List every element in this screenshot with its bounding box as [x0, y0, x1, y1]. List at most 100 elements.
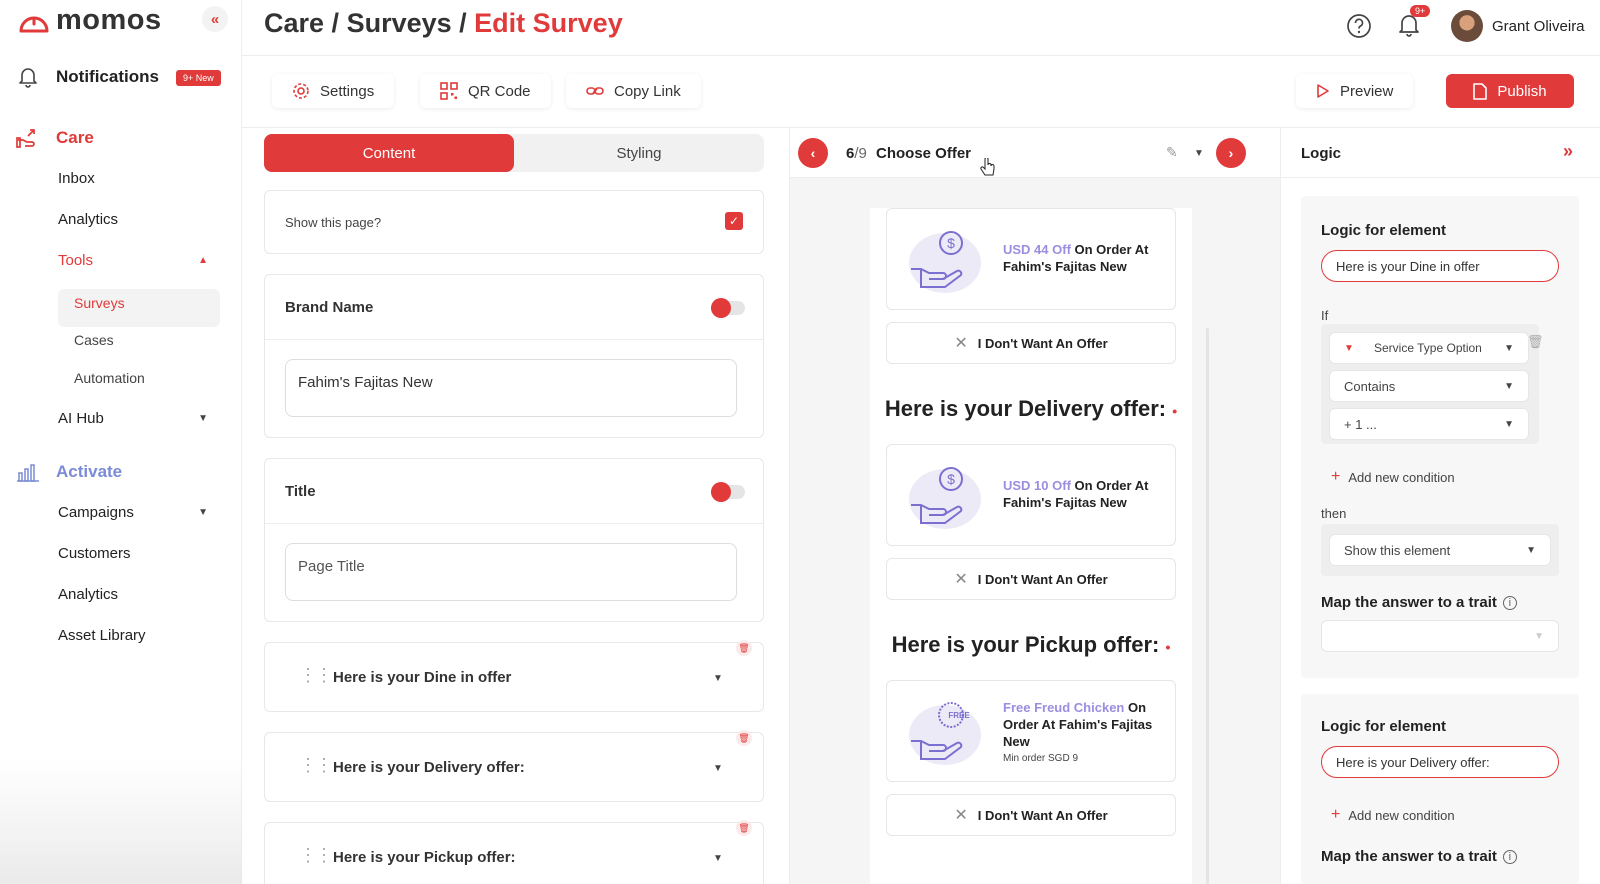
sidebar-item-cases[interactable]: Cases — [74, 332, 114, 348]
section-title-text: Here is your Delivery offer: — [884, 396, 1167, 421]
add-condition-label: Add new condition — [1348, 807, 1455, 823]
no-offer-button[interactable]: ✕ I Don't Want An Offer — [886, 322, 1176, 364]
offer-card[interactable]: FREE Free Freud Chicken On Order At Fahi… — [886, 680, 1176, 782]
close-icon: ✕ — [954, 807, 968, 824]
notification-count-badge: 9+ — [1410, 5, 1431, 17]
chevron-down-icon[interactable]: ▼ — [1194, 148, 1204, 159]
settings-label: Settings — [320, 82, 375, 100]
preview-scrollbar[interactable] — [1206, 328, 1209, 884]
chevron-down-icon: ▼ — [1526, 544, 1536, 556]
publish-button[interactable]: Publish — [1446, 74, 1574, 108]
publish-label: Publish — [1497, 82, 1547, 100]
tab-styling[interactable]: Styling — [514, 134, 764, 172]
offer-min-order: Min order SGD 9 — [1003, 753, 1079, 764]
sidebar-section-label: Activate — [56, 462, 123, 481]
sidebar-item-ai-hub[interactable]: AI Hub ▼ — [58, 410, 208, 427]
add-condition-label: Add new condition — [1348, 469, 1455, 485]
settings-button[interactable]: Settings — [272, 74, 395, 108]
collapse-panel-icon[interactable]: » — [1563, 141, 1573, 162]
drag-handle-icon[interactable]: ⋮⋮ — [299, 845, 333, 866]
add-condition-button[interactable]: + Add new condition — [1331, 468, 1455, 486]
prev-page-button[interactable]: ‹ — [798, 138, 828, 168]
avatar[interactable] — [1451, 10, 1483, 42]
no-offer-label: I Don't Want An Offer — [977, 335, 1108, 351]
breadcrumb-surveys[interactable]: Surveys — [347, 8, 452, 38]
add-condition-button[interactable]: + Add new condition — [1331, 806, 1455, 824]
action-select[interactable]: Show this element ▼ — [1329, 534, 1551, 566]
sidebar-item-campaigns[interactable]: Campaigns ▼ — [58, 504, 208, 521]
next-page-button[interactable]: › — [1216, 138, 1246, 168]
delete-icon[interactable]: 🗑 — [736, 820, 752, 836]
chevron-down-icon: ▼ — [713, 763, 723, 774]
care-hand-heart-icon — [16, 129, 35, 148]
sidebar-item-inbox[interactable]: Inbox — [58, 170, 95, 187]
accordion-dine-in[interactable]: ⋮⋮ Here is your Dine in offer ▼ — [264, 642, 764, 712]
condition-value: + 1 ... — [1344, 416, 1377, 432]
info-icon[interactable]: i — [1502, 849, 1517, 864]
condition-field-value: Service Type Option — [1374, 340, 1482, 355]
offer-card[interactable]: $ USD 44 Off On Order At Fahim's Fajitas… — [886, 208, 1176, 310]
title-input[interactable]: Page Title — [285, 543, 737, 601]
show-page-checkbox[interactable]: ✓ — [725, 212, 743, 230]
condition-value-select[interactable]: + 1 ... ▼ — [1329, 408, 1529, 440]
sidebar-item-notifications[interactable]: Notifications — [18, 66, 159, 88]
check-icon: ✓ — [728, 214, 740, 228]
delete-icon[interactable]: 🗑 — [736, 730, 752, 746]
offer-card[interactable]: $ USD 10 Off On Order At Fahim's Fajitas… — [886, 444, 1176, 546]
sidebar-item-automation[interactable]: Automation — [74, 370, 145, 386]
logic-element-field[interactable]: Here is your Dine in offer — [1321, 250, 1559, 282]
svg-text:$: $ — [947, 471, 955, 487]
accordion-delivery[interactable]: ⋮⋮ Here is your Delivery offer: ▼ — [264, 732, 764, 802]
preview-panel: ‹ 6/9 Choose Offer ✎ ▼ › $ USD 44 Off On… — [790, 128, 1280, 884]
section-title-text: Here is your Pickup offer: — [891, 632, 1160, 657]
accordion-title: Here is your Pickup offer: — [333, 849, 516, 866]
tab-content[interactable]: Content — [264, 134, 514, 172]
brand-name-toggle[interactable] — [711, 298, 745, 318]
page-name[interactable]: Choose Offer — [876, 145, 971, 162]
condition-field-select[interactable]: ▼ Service Type Option ▼ — [1329, 332, 1529, 364]
title-card: Title Page Title — [264, 458, 764, 622]
sidebar-item-analytics[interactable]: Analytics — [58, 211, 118, 228]
sidebar-item-analytics-activate[interactable]: Analytics — [58, 586, 118, 603]
qr-code-button[interactable]: QR Code — [420, 74, 551, 108]
operator-select[interactable]: Contains ▼ — [1329, 370, 1529, 402]
sidebar-item-asset-library[interactable]: Asset Library — [58, 627, 146, 644]
sidebar-item-customers[interactable]: Customers — [58, 545, 131, 562]
sidebar-section-label: Care — [56, 128, 94, 147]
breadcrumb-current: Edit Survey — [474, 8, 623, 38]
no-offer-button[interactable]: ✕ I Don't Want An Offer — [886, 794, 1176, 836]
sidebar-section-care[interactable]: Care — [16, 126, 94, 150]
trait-select[interactable]: ▼ — [1321, 620, 1559, 652]
collapse-sidebar-button[interactable]: « — [202, 6, 228, 32]
chevron-down-icon: ▼ — [1534, 630, 1544, 642]
offer-highlight: Free Freud Chicken — [1003, 700, 1125, 715]
title-toggle[interactable] — [711, 482, 745, 502]
preview-button[interactable]: Preview — [1296, 74, 1414, 108]
chevron-down-icon: ▼ — [1504, 342, 1514, 354]
copy-link-button[interactable]: Copy Link — [566, 74, 701, 108]
hand-cursor-icon — [980, 158, 995, 176]
edit-pencil-icon[interactable]: ✎ — [1166, 144, 1178, 161]
offer-highlight: USD 10 Off — [1003, 478, 1071, 493]
divider — [265, 523, 763, 524]
user-name[interactable]: Grant Oliveira — [1492, 18, 1585, 35]
no-offer-button[interactable]: ✕ I Don't Want An Offer — [886, 558, 1176, 600]
toggle-knob — [711, 482, 731, 502]
brand-name-input[interactable]: Fahim's Fajitas New — [285, 359, 737, 417]
info-icon[interactable]: i — [1502, 595, 1517, 610]
sidebar-item-label: AI Hub — [58, 410, 104, 427]
delete-icon[interactable]: 🗑 — [736, 640, 752, 656]
money-hand-icon: $ — [909, 231, 981, 293]
drag-handle-icon[interactable]: ⋮⋮ — [299, 665, 333, 686]
sidebar-item-tools[interactable]: Tools ▲ — [58, 252, 208, 269]
logo[interactable]: momos — [18, 4, 162, 37]
accordion-pickup[interactable]: ⋮⋮ Here is your Pickup offer: ▼ — [264, 822, 764, 884]
trash-icon[interactable]: 🗑 — [1527, 334, 1544, 350]
map-trait-heading: Map the answer to a trait i — [1321, 594, 1517, 611]
sidebar-section-activate[interactable]: Activate — [16, 461, 122, 483]
logic-element-field[interactable]: Here is your Delivery offer: — [1321, 746, 1559, 778]
breadcrumb-care[interactable]: Care — [264, 8, 324, 38]
help-button[interactable] — [1346, 13, 1372, 39]
chevron-up-icon: ▲ — [198, 255, 208, 266]
drag-handle-icon[interactable]: ⋮⋮ — [299, 755, 333, 776]
